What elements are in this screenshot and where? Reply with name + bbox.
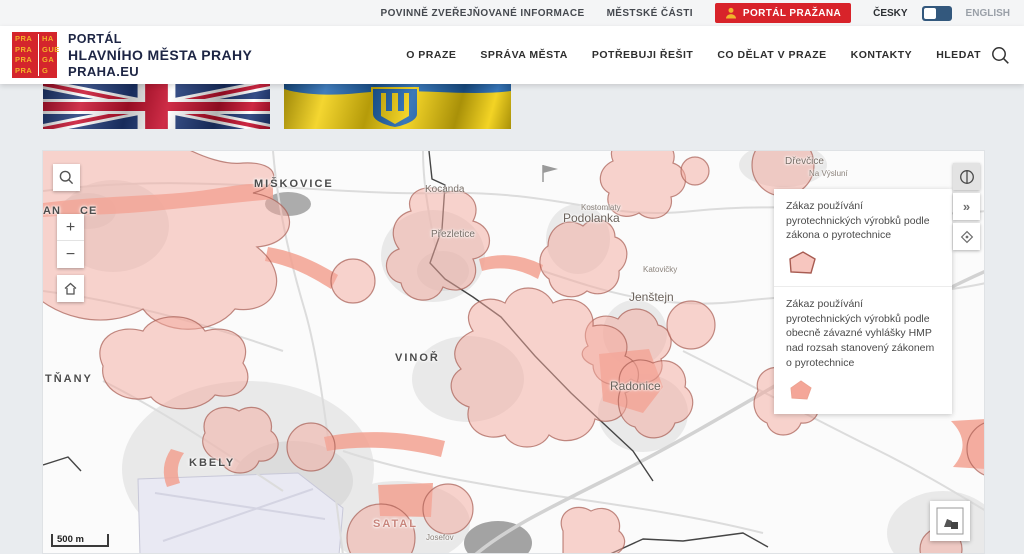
flag-marker-icon	[543, 165, 558, 182]
site-title-line3: PRAHA.EU	[68, 64, 252, 80]
legend-item-label: Zákaz používání pyrotechnických výrobků …	[786, 297, 940, 370]
lang-english-label[interactable]: ENGLISH	[966, 8, 1010, 19]
top-utility-bar: POVINNĚ ZVEŘEJŇOVANÉ INFORMACE MĚSTSKÉ Č…	[0, 0, 1024, 26]
legend-item-label: Zákaz používání pyrotechnických výrobků …	[786, 199, 940, 243]
topbar-link-povinne-informace[interactable]: POVINNĚ ZVEŘEJŇOVANÉ INFORMACE	[381, 8, 585, 19]
logo-text-cell: PRA	[15, 34, 38, 45]
map-place-label: Dřevčice	[785, 156, 824, 167]
nav-hledat[interactable]: HLEDAT	[936, 49, 981, 61]
logo-text-cell: GA	[38, 55, 57, 66]
page: POVINNĚ ZVEŘEJŇOVANÉ INFORMACE MĚSTSKÉ Č…	[0, 0, 1024, 554]
map-place-label: Kocanda	[425, 184, 464, 195]
map-place-label: TŇANY	[45, 373, 93, 385]
scale-label: 500 m	[53, 534, 84, 545]
map-place-label: MIŠKOVICE	[254, 178, 334, 190]
toggle-knob	[924, 8, 936, 19]
map-place-label: Jenštejn	[629, 290, 674, 304]
portal-prazana-label: PORTÁL PRAŽANA	[743, 8, 841, 19]
nav-co-d-lat-v-praze[interactable]: CO DĚLAT V PRAZE	[717, 49, 826, 61]
info-button[interactable]	[953, 163, 980, 190]
topbar-link-mestske-casti[interactable]: MĚSTSKÉ ČÁSTI	[607, 8, 693, 19]
map-place-label: Podolanka	[563, 211, 620, 225]
basemap-toggle-button[interactable]	[930, 501, 970, 541]
nav-spr-va-m-sta[interactable]: SPRÁVA MĚSTA	[480, 49, 567, 61]
flag-banners	[43, 84, 511, 129]
language-toggle[interactable]	[922, 6, 952, 21]
uk-flag-banner[interactable]	[43, 84, 270, 129]
legend-swatch-outlined	[788, 250, 818, 276]
legend-item: Zákaz používání pyrotechnických výrobků …	[774, 189, 952, 286]
ukraine-flag-banner[interactable]	[284, 84, 511, 129]
header-search-icon[interactable]	[991, 46, 1010, 65]
zoom-out-button[interactable]: −	[57, 241, 84, 268]
logo-text-cell: PRA	[15, 45, 38, 56]
legend-panel: Zákaz používání pyrotechnických výrobků …	[774, 189, 952, 414]
legend-swatch-solid	[788, 378, 818, 404]
zoom-in-button[interactable]: +	[57, 214, 84, 241]
legend-item: Zákaz používání pyrotechnických výrobků …	[774, 286, 952, 413]
map-search-button[interactable]	[53, 164, 80, 191]
site-title-line2: HLAVNÍHO MĚSTA PRAHY	[68, 47, 252, 64]
home-extent-button[interactable]	[57, 275, 84, 302]
logo-text-cell: GUE	[38, 45, 57, 56]
map-canvas[interactable]: MIŠKOVICEKocandaPřezleticeKostomlatyPodo…	[42, 150, 985, 554]
map-place-label: VINOŘ	[395, 352, 440, 364]
site-title-line1: PORTÁL	[68, 31, 252, 47]
zoom-controls: + −	[57, 214, 84, 268]
map-place-label: Přezletice	[431, 229, 475, 240]
map-place-label: SATAL	[373, 518, 418, 530]
portal-prazana-button[interactable]: PORTÁL PRAŽANA	[715, 3, 851, 23]
map-place-label: Radonice	[610, 379, 661, 393]
person-icon	[725, 7, 737, 19]
logo-text-cell: HA	[38, 34, 57, 45]
lang-cesky-label[interactable]: ČESKY	[873, 8, 907, 19]
map-place-label: Katovičky	[643, 265, 677, 274]
logo-text-cell: PRA	[15, 66, 38, 77]
map-place-label: KBELY	[189, 457, 235, 469]
nav-pot-ebuji-e-it[interactable]: POTŘEBUJI ŘEŠIT	[592, 49, 693, 61]
logo-text-cell: G	[38, 66, 57, 77]
map-place-label: Josefov	[426, 533, 454, 542]
logo-text-cell: PRA	[15, 55, 38, 66]
main-nav: O PRAZE SPRÁVA MĚSTA POTŘEBUJI ŘEŠIT CO DĚL…	[406, 49, 991, 61]
praha-logo[interactable]: PRAHAPRAGUEPRAGAPRAG	[12, 32, 57, 78]
basemap-thumbnail-icon	[936, 507, 964, 535]
site-title[interactable]: PORTÁL HLAVNÍHO MĚSTA PRAHY PRAHA.EU	[68, 31, 252, 80]
nav-o-praze[interactable]: O PRAZE	[406, 49, 456, 61]
nav-kontakty[interactable]: KONTAKTY	[851, 49, 913, 61]
site-header: PRAHAPRAGUEPRAGAPRAG PORTÁL HLAVNÍHO MĚS…	[0, 26, 1024, 84]
map-place-label: Na Výsluní	[809, 169, 848, 178]
scale-bar: 500 m	[51, 534, 109, 547]
collapse-panel-button[interactable]: »	[953, 193, 980, 220]
locate-button[interactable]	[953, 223, 980, 250]
